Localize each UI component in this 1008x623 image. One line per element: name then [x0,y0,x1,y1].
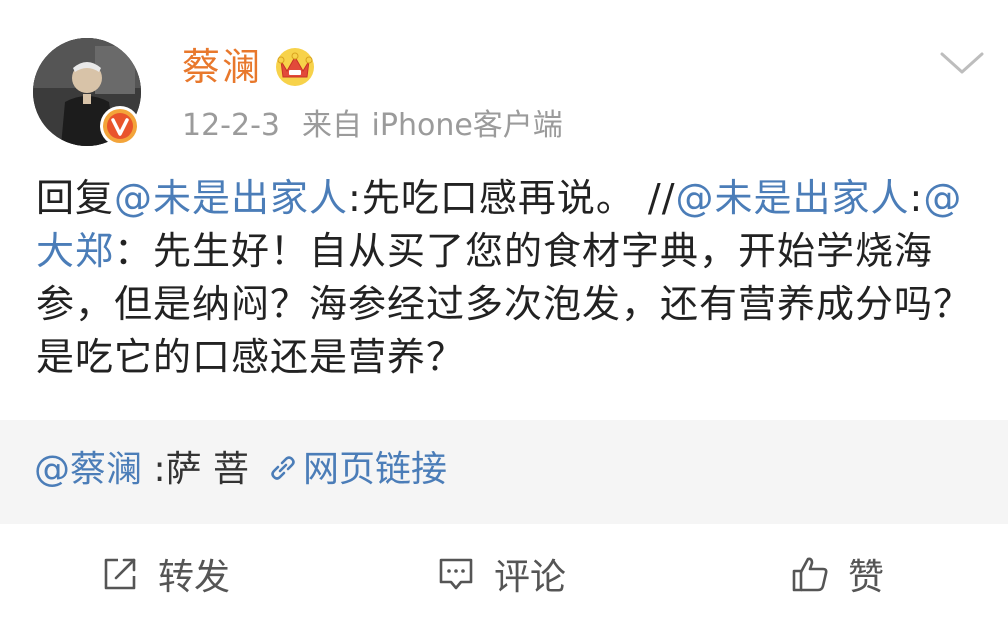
web-link[interactable]: 网页链接 [303,449,447,490]
chevron-down-icon[interactable] [938,48,986,78]
mention-link[interactable]: @蔡澜 [34,449,142,490]
comment-label: 评论 [494,557,567,598]
like-button[interactable]: 赞 [790,552,884,598]
post-meta: 12-2-3 来自 iPhone客户端 [182,106,585,146]
crown-icon[interactable] [272,44,318,86]
post-content: 回复@未是出家人:先吃口感再说。 //@未是出家人:@大郑：先生好！自从买了您的… [36,172,976,384]
mention-link[interactable]: @未是出家人 [114,176,348,220]
repost-label: 转发 [158,557,231,598]
content-text: ：先生好！自从买了您的食材字典，开始学烧海参，但是纳闷？海参经过多次泡发，还有营… [36,229,973,379]
content-text: : [909,176,924,220]
repost-icon [104,558,136,590]
quoted-text: @蔡澜 :萨 菩 网页链接 [34,444,447,496]
action-bar: 转发 评论 赞 [0,524,1008,623]
comment-button[interactable]: 评论 [436,552,566,598]
comment-icon [439,558,473,590]
weibo-post: 蔡澜 12-2-3 来自 iPhone客户端 回复@未是出家人:先吃口感再说。 /… [0,0,1008,623]
post-date: 12-2-3 [182,108,280,143]
repost-button[interactable]: 转发 [100,552,230,598]
username[interactable]: 蔡澜 [182,42,262,92]
content-text: :先吃口感再说。 // [348,176,676,220]
post-source: 来自 iPhone客户端 [302,108,563,143]
quoted-content: :萨 菩 [142,449,250,490]
link-icon [271,456,295,480]
reply-prefix: 回复 [36,176,115,220]
like-label: 赞 [848,557,885,598]
verified-v-icon [100,106,140,146]
mention-link[interactable]: @未是出家人 [676,176,910,220]
thumbs-up-icon [792,557,828,592]
